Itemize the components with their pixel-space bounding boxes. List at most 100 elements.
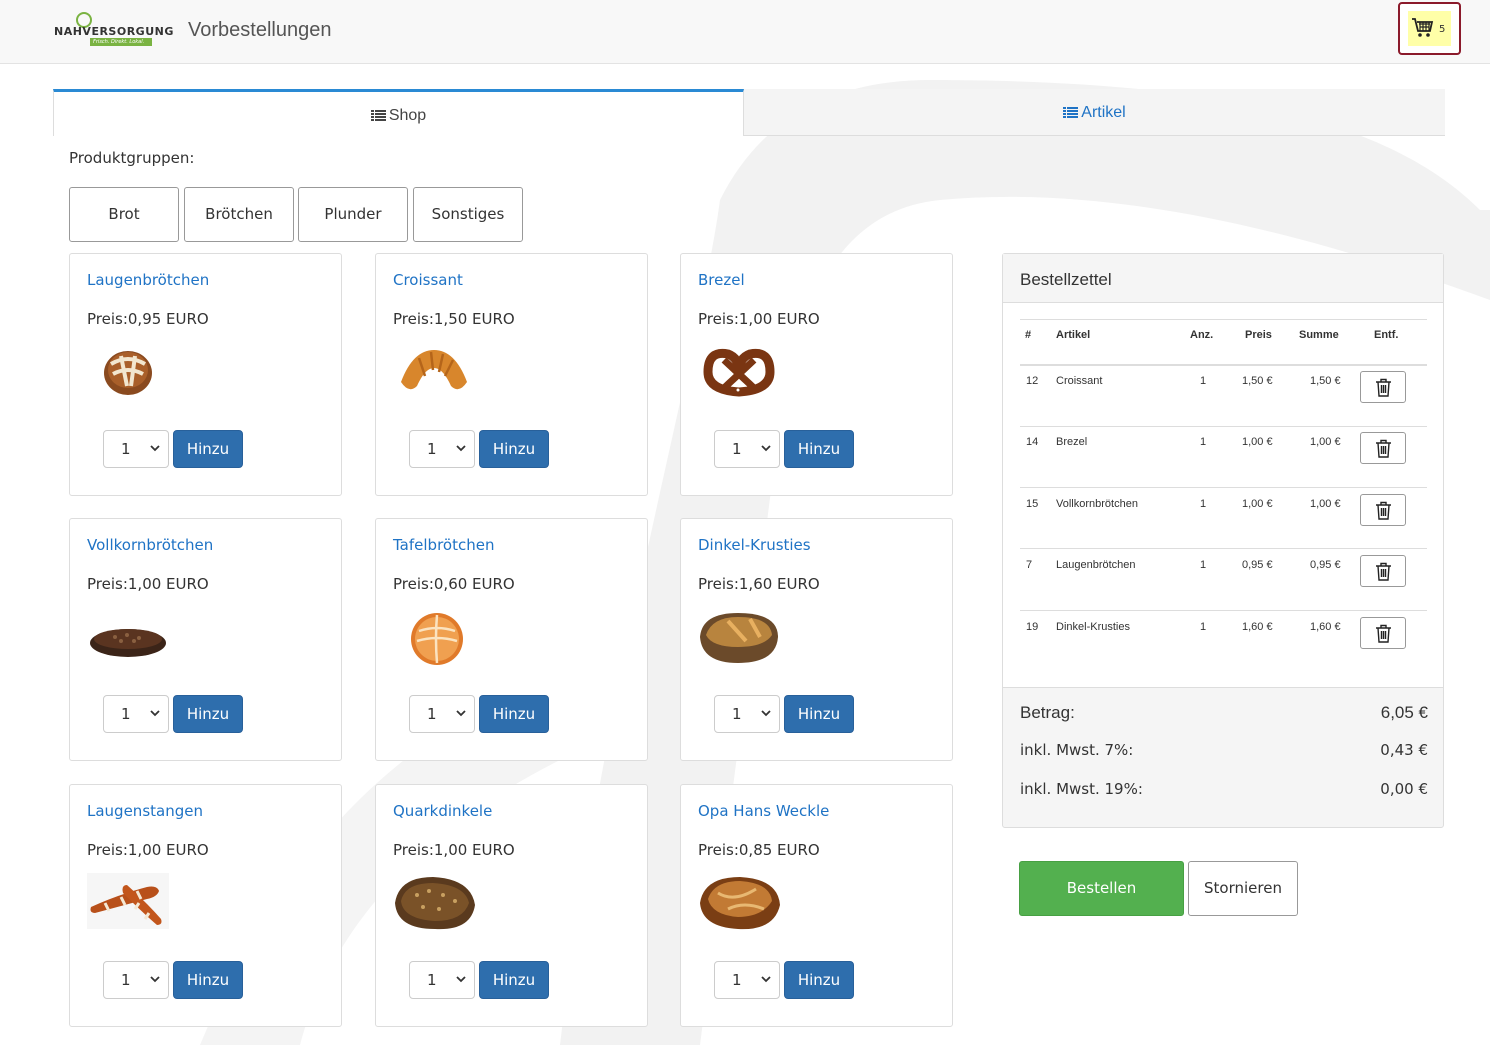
chevron-down-icon [456,710,466,717]
add-to-order-button[interactable]: Hinzu [173,695,243,733]
shopping-cart-icon [1412,18,1434,37]
row-quantity: 1 [1200,621,1207,633]
tab-shop[interactable]: Shop [53,89,744,136]
remove-item-button[interactable] [1360,555,1406,587]
product-price: Preis:1,00 EURO [393,841,515,859]
remove-item-button[interactable] [1360,432,1406,464]
chevron-down-icon [456,445,466,452]
quantity-select[interactable]: 1 [714,430,780,468]
chevron-down-icon [761,976,771,983]
product-card: Tafelbrötchen Preis:0,60 EURO 1 Hinzu [375,518,648,761]
quantity-value: 1 [121,440,131,458]
row-article: Laugenbrötchen [1056,559,1136,571]
product-name[interactable]: Laugenbrötchen [87,271,209,289]
trash-icon [1376,562,1391,581]
group-button-brot[interactable]: Brot [69,187,179,242]
product-name[interactable]: Croissant [393,271,463,289]
cart-count-badge: 5 [1439,24,1446,35]
brezel-image [703,348,775,397]
quantity-select[interactable]: 1 [409,961,475,999]
product-name[interactable]: Quarkdinkele [393,802,492,820]
total-label: Betrag: [1020,703,1075,722]
add-to-order-button[interactable]: Hinzu [479,961,549,999]
column-header-quantity: Anz. [1190,329,1214,341]
group-button-broetchen[interactable]: Brötchen [184,187,294,242]
product-name[interactable]: Vollkornbrötchen [87,536,213,554]
product-price: Preis:1,60 EURO [698,575,820,593]
quantity-select[interactable]: 1 [103,961,169,999]
tab-shop-label: Shop [388,107,427,124]
table-row: 7 Laugenbrötchen 1 0,95 € 0,95 € [1020,549,1427,610]
row-price: 0,95 € [1242,559,1273,571]
row-article: Dinkel-Krusties [1056,621,1130,633]
quantity-select[interactable]: 1 [103,430,169,468]
table-row: 12 Croissant 1 1,50 € 1,50 € [1020,365,1427,426]
top-navbar: NAHVERSORGUNG Frisch. Direkt. Lokal. Vor… [0,0,1490,64]
product-card: Vollkornbrötchen Preis:1,00 EURO 1 Hinzu [69,518,342,761]
add-to-order-button[interactable]: Hinzu [173,430,243,468]
order-panel-title: Bestellzettel [1020,270,1112,289]
add-to-order-button[interactable]: Hinzu [173,961,243,999]
product-card: Brezel Preis:1,00 EURO 1 Hinzu [680,253,953,496]
add-to-order-button[interactable]: Hinzu [784,695,854,733]
vat7-value: 0,43 € [1380,741,1428,759]
product-card: Laugenbrötchen Preis:0,95 EURO 1 Hinzu [69,253,342,496]
row-price: 1,60 € [1242,621,1273,633]
product-price: Preis:1,00 EURO [87,841,209,859]
product-card: Quarkdinkele Preis:1,00 EURO 1 Hinzu [375,784,648,1027]
row-sum: 1,00 € [1310,498,1341,510]
column-header-id: # [1025,329,1032,341]
quantity-select[interactable]: 1 [409,430,475,468]
group-button-plunder[interactable]: Plunder [298,187,408,242]
row-price: 1,50 € [1242,375,1273,387]
add-to-order-button[interactable]: Hinzu [784,961,854,999]
product-price: Preis:0,85 EURO [698,841,820,859]
column-header-sum: Summe [1299,329,1339,341]
add-to-order-button[interactable]: Hinzu [479,430,549,468]
row-id: 12 [1026,375,1039,387]
main-tabs: Shop Artikel [53,89,1445,136]
product-price: Preis:1,00 EURO [87,575,209,593]
order-panel: Bestellzettel # Artikel Anz. Preis Summe… [1002,253,1444,828]
row-price: 1,00 € [1242,436,1273,448]
row-sum: 1,00 € [1310,436,1341,448]
table-top-border [1020,319,1427,320]
trash-icon [1376,624,1391,643]
quantity-select[interactable]: 1 [714,695,780,733]
group-button-sonstiges[interactable]: Sonstiges [413,187,523,242]
row-article: Croissant [1056,375,1103,387]
remove-item-button[interactable] [1360,494,1406,526]
order-panel-header: Bestellzettel [1003,254,1443,303]
cancel-button[interactable]: Stornieren [1188,861,1298,916]
row-article: Vollkornbrötchen [1056,498,1138,510]
product-name[interactable]: Brezel [698,271,745,289]
product-name[interactable]: Tafelbrötchen [393,536,494,554]
order-button[interactable]: Bestellen [1019,861,1184,916]
quantity-select[interactable]: 1 [103,695,169,733]
product-name[interactable]: Dinkel-Krusties [698,536,811,554]
row-id: 19 [1026,621,1039,633]
remove-item-button[interactable] [1360,617,1406,649]
chevron-down-icon [150,976,160,983]
row-article: Brezel [1056,436,1088,448]
logo-text: NAHVERSORGUNG [54,25,174,38]
product-name[interactable]: Laugenstangen [87,802,203,820]
row-sum: 1,60 € [1310,621,1341,633]
quantity-select[interactable]: 1 [409,695,475,733]
product-price: Preis:0,95 EURO [87,310,209,328]
tab-artikel[interactable]: Artikel [744,89,1445,136]
laugenstangen-image [87,873,169,929]
add-to-order-button[interactable]: Hinzu [479,695,549,733]
row-quantity: 1 [1200,375,1207,387]
remove-item-button[interactable] [1360,371,1406,403]
quantity-select[interactable]: 1 [714,961,780,999]
product-name[interactable]: Opa Hans Weckle [698,802,829,820]
chevron-down-icon [150,445,160,452]
laugenbroetchen-image [104,351,152,395]
trash-icon [1376,378,1391,397]
cart-button[interactable]: 5 [1398,2,1461,55]
add-to-order-button[interactable]: Hinzu [784,430,854,468]
product-price: Preis:0,60 EURO [393,575,515,593]
row-id: 14 [1026,436,1039,448]
logo[interactable]: NAHVERSORGUNG Frisch. Direkt. Lokal. [54,12,178,46]
